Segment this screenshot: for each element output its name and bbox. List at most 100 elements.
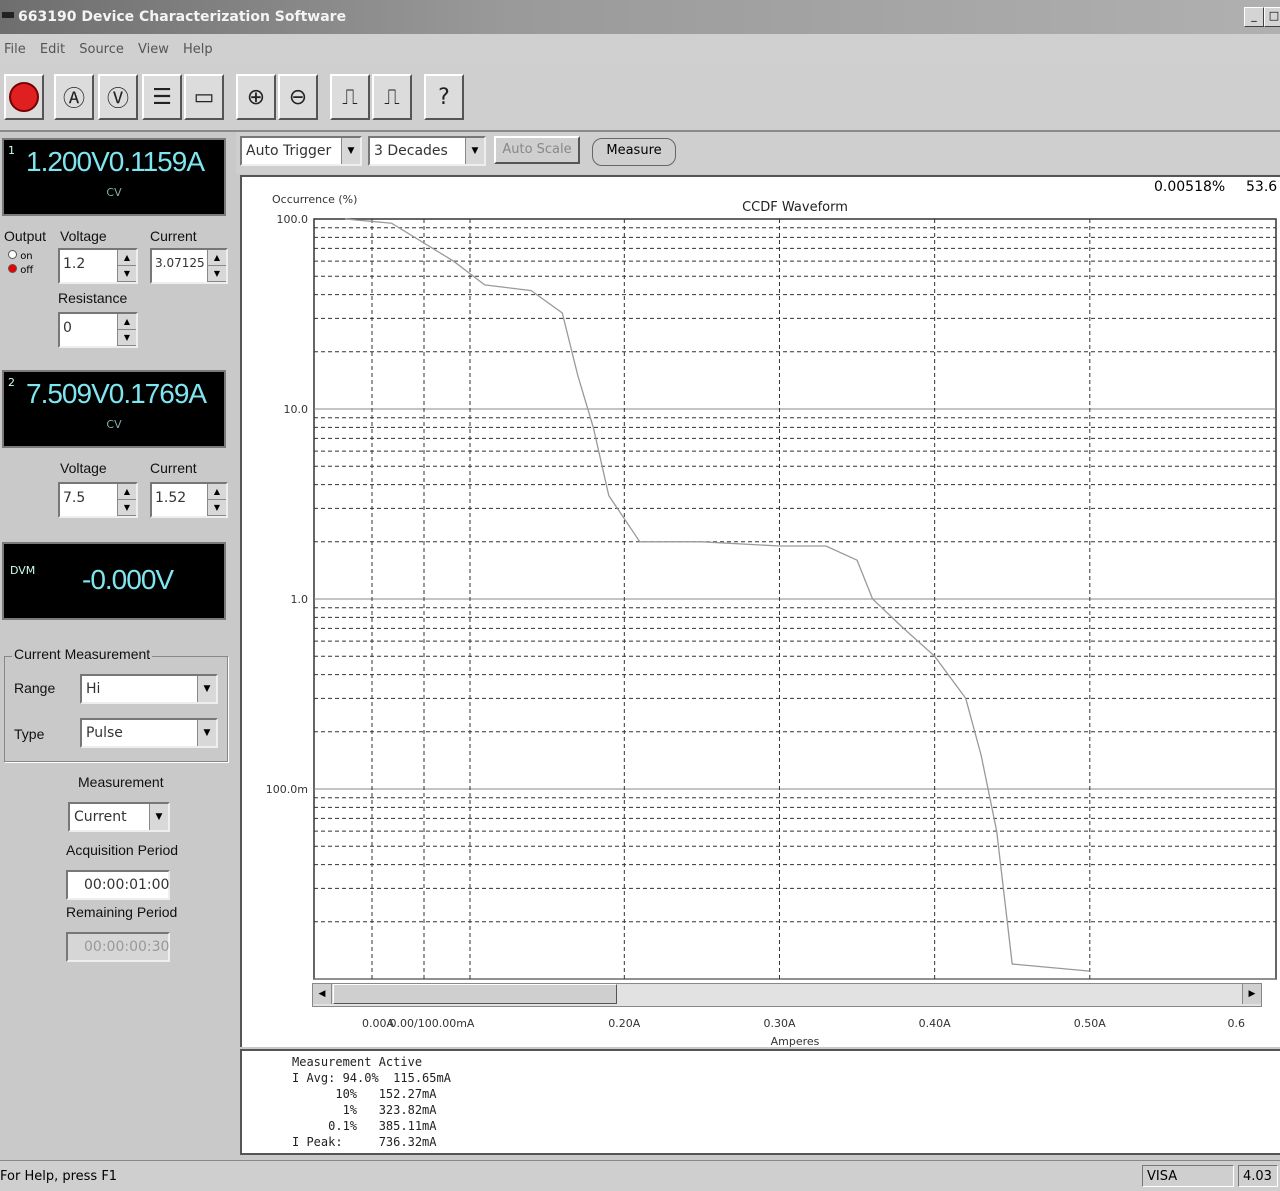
trigger-negative-button[interactable]: ⎍ — [372, 74, 412, 120]
output2-readout: 7.509V0.1769A — [26, 378, 207, 410]
y-tick-label: 100.0m — [266, 783, 308, 796]
output1-voltage-input[interactable]: 1.2 ▲ ▼ — [58, 248, 138, 284]
minimize-button[interactable]: _ — [1244, 7, 1264, 27]
acquisition-period-input[interactable]: 00:00:01:00 — [66, 870, 170, 900]
result-line: 1% 323.82mA — [292, 1103, 437, 1117]
output1-display: 1 1.200V0.1159A CV — [2, 138, 226, 216]
output1-voltage: 1.200V — [26, 146, 110, 177]
title-bar: 663190 Device Characterization Software … — [0, 0, 1280, 34]
output1-current-input[interactable]: 3.07125 ▲ ▼ — [150, 248, 228, 284]
measurement-value: Current — [74, 809, 127, 825]
output2-channel: 2 — [8, 376, 15, 389]
output2-current-value: 1.52 — [155, 490, 187, 506]
x-axis-label: Amperes — [771, 1035, 820, 1047]
power-button[interactable] — [4, 74, 44, 120]
ammeter-icon: Ⓐ — [62, 87, 85, 112]
autoscale-button[interactable]: Auto Scale — [494, 136, 580, 164]
zoom-in-icon: ⊕ — [246, 84, 266, 110]
menu-source[interactable]: Source — [79, 42, 124, 57]
app-icon[interactable] — [2, 12, 14, 18]
acquisition-period-label: Acquisition Period — [66, 842, 179, 858]
measure-button[interactable]: Measure — [592, 138, 676, 166]
chevron-down-icon[interactable]: ▼ — [197, 676, 216, 702]
ccdf-graph-panel: 0.00518% 53.6 100.0 10.0 1.0 100.0m 0.00A 0.0… — [240, 175, 1280, 1047]
chevron-down-icon[interactable]: ▼ — [465, 138, 484, 164]
resistance-input[interactable]: 0 ▲ ▼ — [58, 312, 138, 348]
zoom-in-button[interactable]: ⊕ — [236, 74, 276, 120]
output2-current-input[interactable]: 1.52 ▲ ▼ — [150, 482, 228, 518]
help-icon: ? — [438, 84, 450, 110]
result-line: 0.1% 385.11mA — [292, 1119, 437, 1133]
menu-edit[interactable]: Edit — [40, 42, 65, 57]
menu-file[interactable]: File — [4, 42, 26, 57]
waveform-button[interactable]: ▭ — [184, 74, 224, 120]
output1-voltage-spinner[interactable]: ▲ ▼ — [117, 250, 136, 282]
menu-bar: File Edit Source View Help — [0, 34, 1280, 64]
type-label: Type — [14, 726, 45, 742]
list-button[interactable]: ☰ — [142, 74, 182, 120]
chevron-down-icon[interactable]: ▼ — [197, 720, 216, 746]
context-help-button[interactable]: ? — [424, 74, 464, 120]
menu-help[interactable]: Help — [183, 42, 213, 57]
toolbar: Ⓐ Ⓥ ☰ ▭ ⊕ ⊖ ⎍ ⎍ ? — [0, 64, 1280, 132]
ccdf-chart[interactable]: 100.010.01.0100.0m0.00A0.00/100.00mA 0.20… — [242, 177, 1280, 1047]
dvm-value: -0.000V — [82, 564, 174, 595]
range-select[interactable]: Hi ▼ — [80, 674, 218, 704]
y-tick-label: 1.0 — [291, 593, 309, 606]
output2-current-spinner[interactable]: ▲ ▼ — [207, 484, 226, 516]
status-bar: For Help, press F1 VISA 4.03 — [0, 1160, 1280, 1191]
y-axis-label: Occurrence (%) — [272, 193, 357, 206]
chevron-down-icon[interactable]: ▼ — [341, 138, 360, 164]
output1-mode: CV — [106, 186, 122, 199]
x-tick-label: 0.00/100.00mA — [390, 1017, 475, 1030]
x-tick-label: 0.6 — [1227, 1017, 1245, 1030]
output2-voltage-spinner[interactable]: ▲ ▼ — [117, 484, 136, 516]
horizontal-scrollbar[interactable]: ◀ ▶ — [312, 983, 1262, 1007]
output2-voltage: 7.509V — [26, 378, 110, 409]
trigger-positive-button[interactable]: ⎍ — [330, 74, 370, 120]
output2-display: 2 7.509V0.1769A CV — [2, 370, 226, 448]
output-off-radio[interactable]: off — [8, 264, 33, 276]
remaining-period-label: Remaining Period — [66, 904, 178, 920]
result-line: 10% 152.27mA — [292, 1087, 437, 1101]
zoom-out-icon: ⊖ — [288, 84, 308, 110]
output1-voltage-value: 1.2 — [63, 256, 86, 272]
maximize-button[interactable]: □ — [1264, 7, 1280, 27]
output1-current-label: Current — [150, 228, 197, 244]
chart-toolbar: Auto Trigger ▼ 3 Decades ▼ Auto Scale Me… — [236, 132, 1280, 174]
trigger-value: Auto Trigger — [246, 143, 332, 159]
output2-mode: CV — [106, 418, 122, 431]
output-on-radio[interactable]: on — [8, 250, 33, 262]
chart-title: CCDF Waveform — [742, 200, 848, 215]
dvm-label: DVM — [10, 564, 36, 577]
trigger-select[interactable]: Auto Trigger ▼ — [240, 136, 362, 166]
ammeter-button[interactable]: Ⓐ — [54, 74, 94, 120]
decades-select[interactable]: 3 Decades ▼ — [368, 136, 486, 166]
output2-current-label: Current — [150, 460, 197, 476]
resistance-spinner[interactable]: ▲ ▼ — [117, 314, 136, 346]
scroll-left-icon[interactable]: ◀ — [313, 984, 332, 1004]
waveform-icon: ▭ — [193, 84, 215, 110]
scrollbar-thumb[interactable] — [333, 984, 617, 1004]
output2-voltage-label: Voltage — [60, 460, 107, 476]
output1-current-spinner[interactable]: ▲ ▼ — [207, 250, 226, 282]
output2-voltage-input[interactable]: 7.5 ▲ ▼ — [58, 482, 138, 518]
output-on-label: on — [20, 251, 33, 262]
voltmeter-button[interactable]: Ⓥ — [98, 74, 138, 120]
output2-current: 0.1769A — [108, 378, 207, 409]
zoom-out-button[interactable]: ⊖ — [278, 74, 318, 120]
scroll-right-icon[interactable]: ▶ — [1242, 984, 1261, 1004]
y-tick-label: 10.0 — [284, 403, 309, 416]
chevron-down-icon[interactable]: ▼ — [149, 804, 168, 830]
resistance-value: 0 — [63, 320, 72, 336]
acquisition-period-value: 00:00:01:00 — [84, 877, 170, 893]
current-measurement-title: Current Measurement — [12, 646, 153, 662]
resistance-label: Resistance — [58, 290, 128, 306]
type-select[interactable]: Pulse ▼ — [80, 718, 218, 748]
measurement-results-panel: Measurement Active I Avg: 94.0% 115.65mA… — [240, 1049, 1280, 1155]
measurement-select[interactable]: Current ▼ — [68, 802, 170, 832]
dvm-display: DVM -0.000V — [2, 542, 226, 620]
output1-current: 0.1159A — [108, 146, 205, 177]
output1-voltage-label: Voltage — [60, 228, 107, 244]
menu-view[interactable]: View — [138, 42, 169, 57]
